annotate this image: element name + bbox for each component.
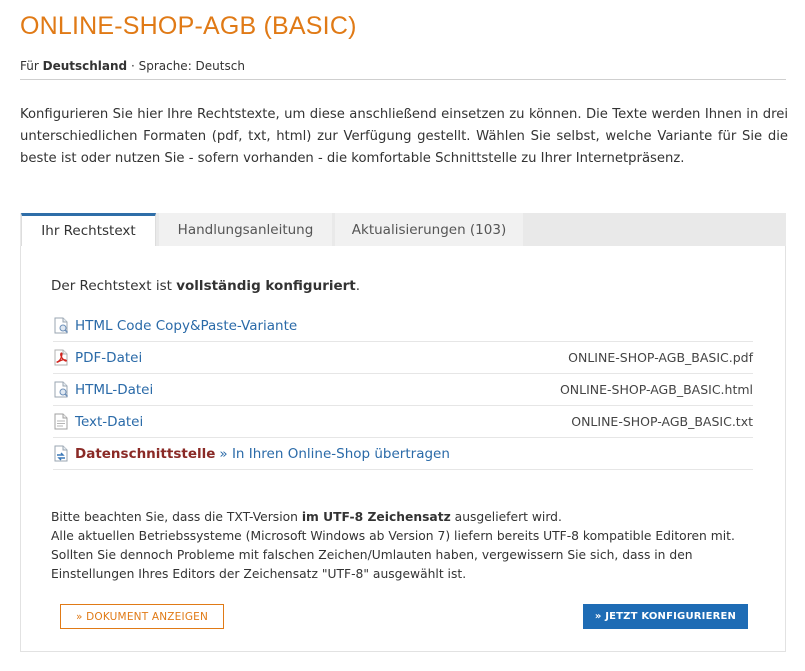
page-title: ONLINE-SHOP-AGB (BASIC) <box>20 12 357 40</box>
interface-label[interactable]: Datenschnittstelle <box>75 446 215 462</box>
header-divider <box>20 79 786 80</box>
html-filename: ONLINE-SHOP-AGB_BASIC.html <box>559 382 753 397</box>
file-row-text: Text-Datei ONLINE-SHOP-AGB_BASIC.txt <box>53 406 753 438</box>
tab-handlungsanleitung[interactable]: Handlungsanleitung <box>159 213 332 246</box>
html-file-icon <box>53 317 69 334</box>
pdf-file-icon <box>53 349 69 366</box>
config-status: Der Rechtstext ist vollständig konfiguri… <box>51 278 360 294</box>
subtitle-prefix: Für <box>20 59 43 73</box>
show-document-button[interactable]: » DOKUMENT ANZEIGEN <box>60 604 224 629</box>
file-row-left: HTML Code Copy&Paste-Variante <box>53 317 297 334</box>
note-line1-prefix: Bitte beachten Sie, dass die TXT-Version <box>51 510 302 524</box>
note-line1-strong: im UTF-8 Zeichensatz <box>301 510 451 524</box>
utf8-note: Bitte beachten Sie, dass die TXT-Version… <box>51 508 771 584</box>
file-row-html-code: HTML Code Copy&Paste-Variante <box>53 310 753 342</box>
interface-icon <box>53 445 69 462</box>
subtitle-language: · Sprache: Deutsch <box>127 59 245 73</box>
interface-transfer-link[interactable]: » In Ihren Online-Shop übertragen <box>219 446 450 462</box>
html-file-icon <box>53 381 69 398</box>
tab-aktualisierungen[interactable]: Aktualisierungen (103) <box>335 213 523 246</box>
pdf-filename: ONLINE-SHOP-AGB_BASIC.pdf <box>568 350 753 365</box>
page-subtitle: Für Deutschland · Sprache: Deutsch <box>20 59 245 73</box>
file-row-left: PDF-Datei <box>53 349 142 366</box>
file-row-html: HTML-Datei ONLINE-SHOP-AGB_BASIC.html <box>53 374 753 406</box>
file-row-pdf: PDF-Datei ONLINE-SHOP-AGB_BASIC.pdf <box>53 342 753 374</box>
file-row-interface: Datenschnittstelle » In Ihren Online-Sho… <box>53 438 753 470</box>
html-code-link[interactable]: HTML Code Copy&Paste-Variante <box>75 318 297 334</box>
tab-ihr-rechtstext[interactable]: Ihr Rechtstext <box>21 213 156 246</box>
intro-text: Konfigurieren Sie hier Ihre Rechtstexte,… <box>20 107 788 166</box>
note-line1-suffix: ausgeliefert wird. <box>450 510 562 524</box>
tab-panel: Der Rechtstext ist vollständig konfiguri… <box>20 246 786 652</box>
text-file-link[interactable]: Text-Datei <box>75 414 143 430</box>
status-suffix: . <box>355 278 361 294</box>
configure-now-button[interactable]: » JETZT KONFIGURIEREN <box>583 604 748 629</box>
status-value: vollständig konfiguriert <box>176 278 356 294</box>
file-row-left: Text-Datei <box>53 413 143 430</box>
subtitle-country: Deutschland <box>42 59 128 73</box>
file-row-left: Datenschnittstelle » In Ihren Online-Sho… <box>53 445 450 462</box>
pdf-link[interactable]: PDF-Datei <box>75 350 142 366</box>
tab-bar: Ihr Rechtstext Handlungsanleitung Aktual… <box>20 213 786 246</box>
text-file-icon <box>53 413 69 430</box>
status-prefix: Der Rechtstext ist <box>51 278 177 294</box>
note-body: Alle aktuellen Betriebssysteme (Microsof… <box>51 529 735 581</box>
text-filename: ONLINE-SHOP-AGB_BASIC.txt <box>571 414 753 429</box>
file-row-left: HTML-Datei <box>53 381 153 398</box>
html-file-link[interactable]: HTML-Datei <box>75 382 153 398</box>
file-list: HTML Code Copy&Paste-Variante PDF-Datei … <box>53 310 753 470</box>
note-line-1: Bitte beachten Sie, dass die TXT-Version… <box>51 508 771 527</box>
